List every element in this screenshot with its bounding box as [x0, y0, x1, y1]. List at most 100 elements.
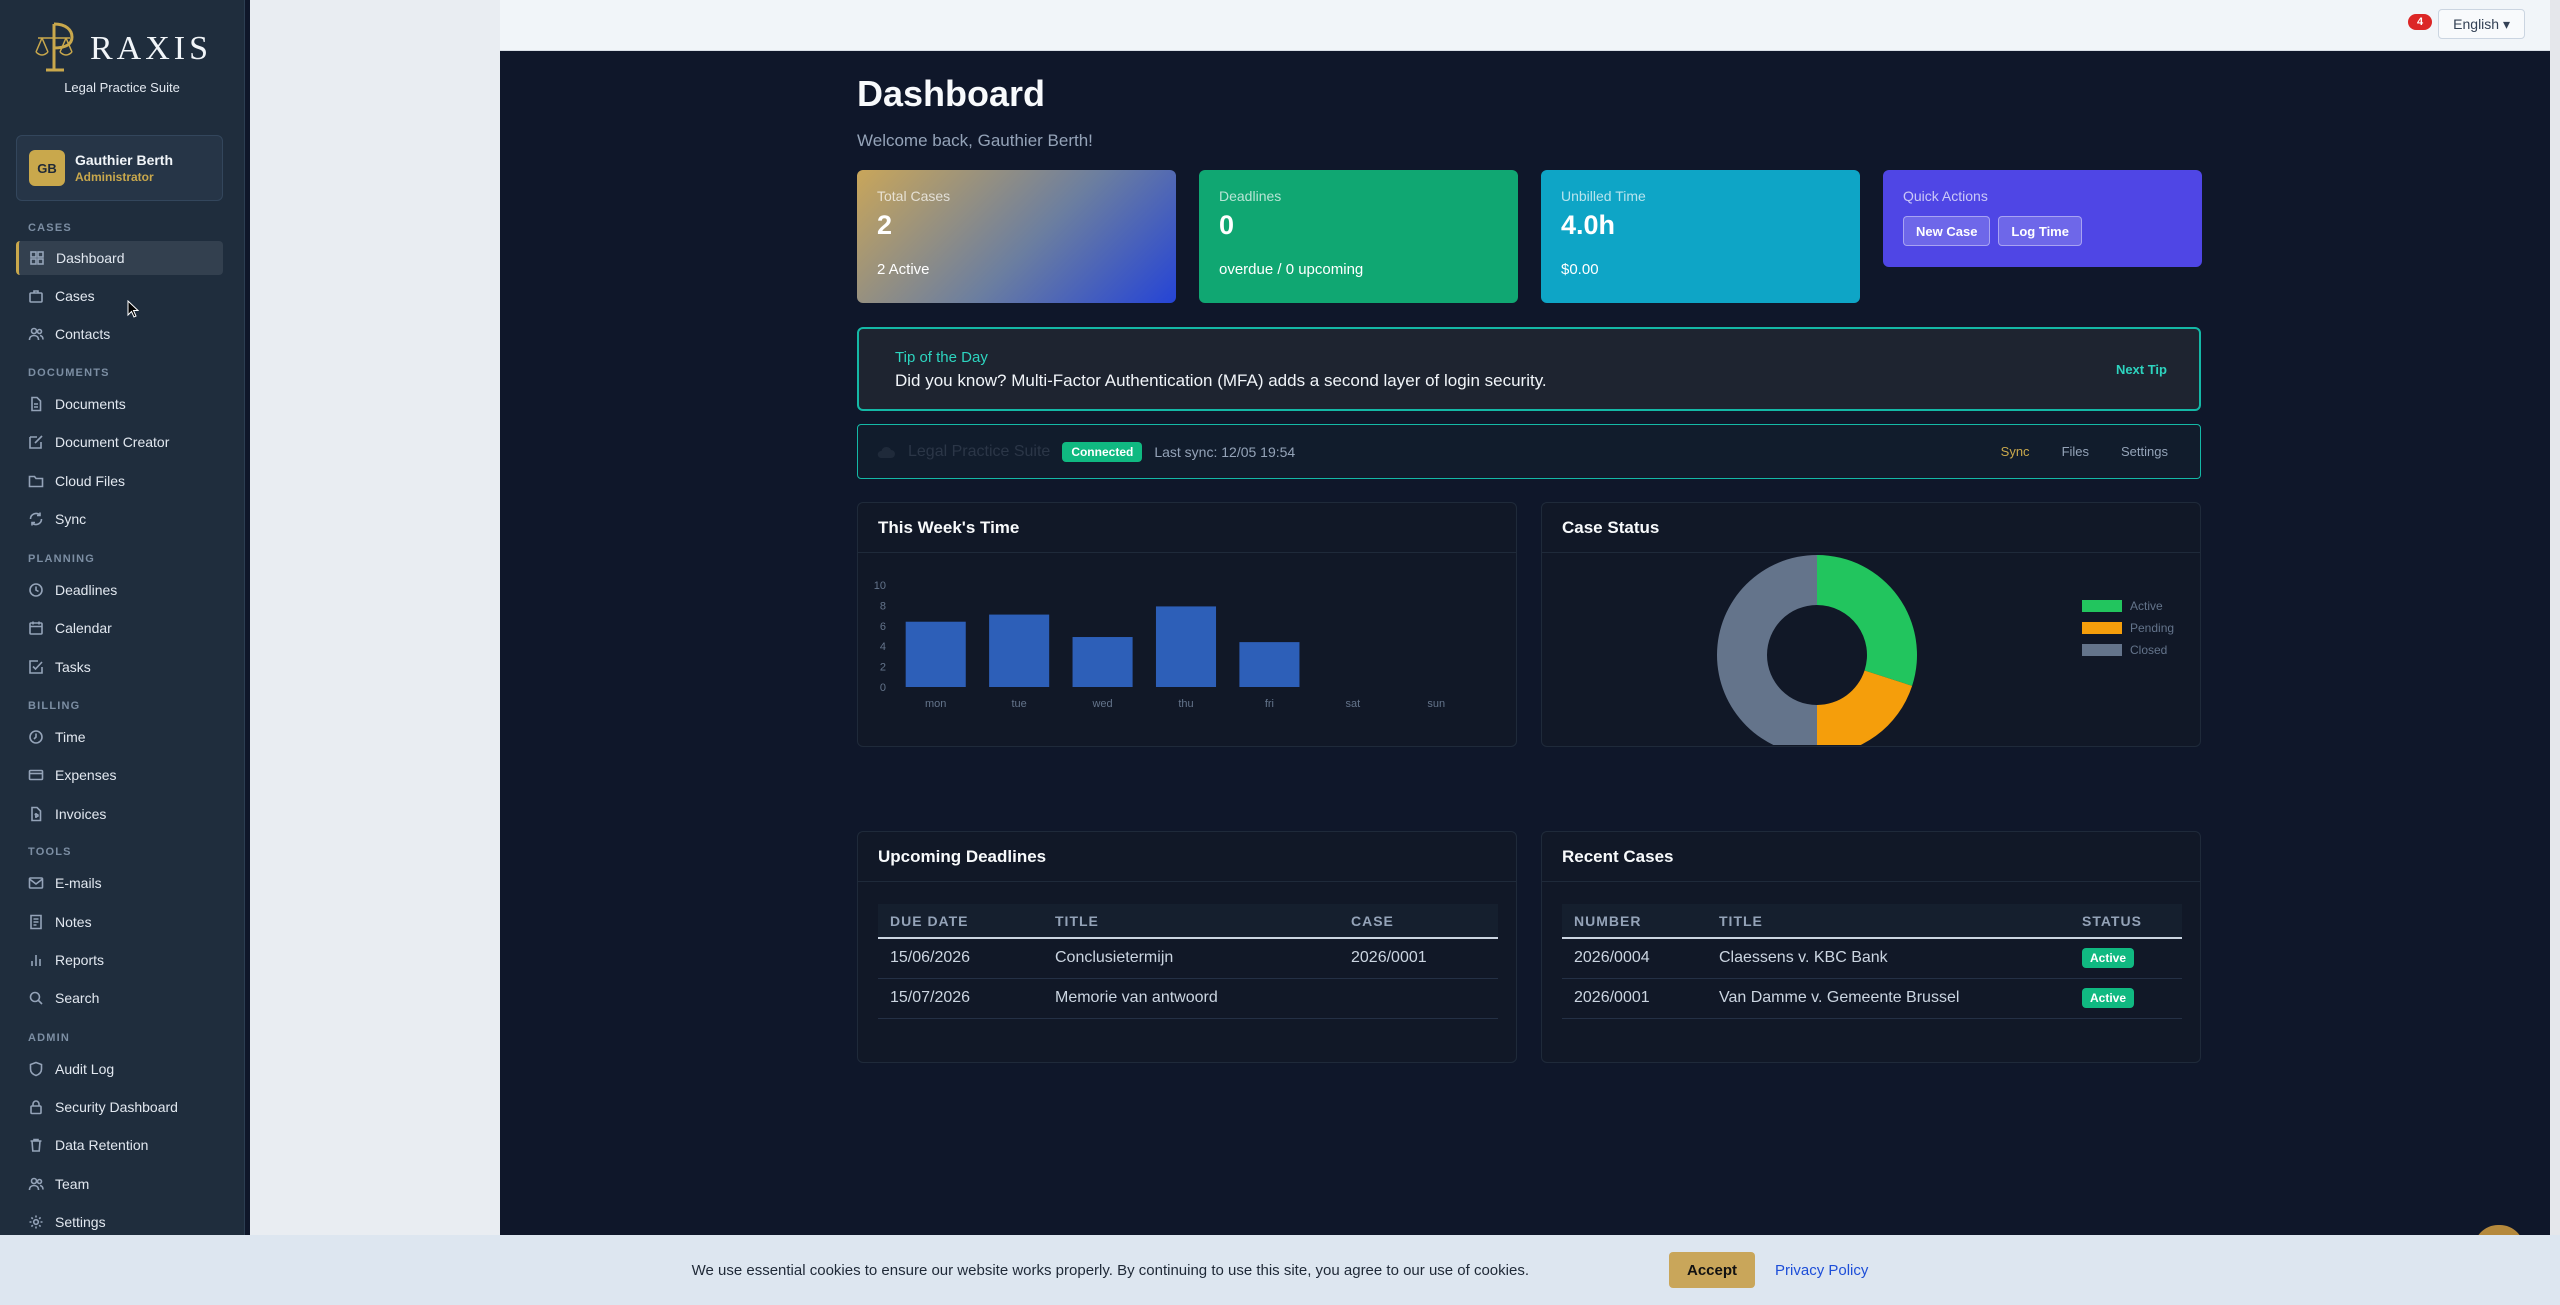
checkbox-icon [29, 660, 43, 674]
stat-card-deadlines[interactable]: Deadlines 0 overdue / 0 upcoming [1199, 170, 1518, 303]
sidebar-item-document-creator[interactable]: Document Creator [16, 425, 223, 459]
user-card[interactable]: GB Gauthier Berth Administrator [16, 135, 223, 201]
sidebar-item-label: Deadlines [55, 582, 118, 598]
stat-card-cases[interactable]: Total Cases 2 2 Active [857, 170, 1176, 303]
sidebar-item-dashboard[interactable]: Dashboard [16, 241, 223, 275]
legend-item[interactable]: Closed [2082, 639, 2174, 661]
next-tip-button[interactable]: Next Tip [2116, 362, 2167, 377]
language-select[interactable]: English ▾ [2438, 9, 2525, 39]
scrollbar[interactable] [2550, 0, 2560, 1235]
column-header[interactable]: CASE [1339, 904, 1498, 939]
recent-cases-panel: Recent Cases NUMBER TITLE STATUS 2026/00… [1541, 831, 2201, 1063]
bar-thu [1155, 606, 1217, 687]
brand-logo[interactable]: RAXIS Legal Practice Suite [0, 0, 244, 98]
sidebar-item-label: Security Dashboard [55, 1099, 178, 1115]
edit-icon [29, 435, 43, 449]
x-tick-label: sat [1346, 698, 1361, 710]
sync-settings-button[interactable]: Settings [2121, 444, 2168, 459]
privacy-policy-link[interactable]: Privacy Policy [1775, 1262, 1868, 1279]
legend-swatch [2082, 644, 2122, 656]
sidebar-item-notes[interactable]: Notes [16, 905, 223, 939]
briefcase-icon [29, 290, 43, 303]
sidebar-item-audit-log[interactable]: Audit Log [16, 1052, 223, 1086]
case-number: 2026/0001 [1339, 938, 1498, 979]
sidebar-item-documents[interactable]: Documents [16, 387, 223, 421]
bar-fri [1239, 642, 1300, 687]
sync-bar: Legal Practice Suite Connected Last sync… [857, 424, 2201, 479]
sidebar-item-invoices[interactable]: Invoices [16, 797, 223, 831]
stat-card-unbilled-time[interactable]: Unbilled Time 4.0h $0.00 [1541, 170, 1860, 303]
sidebar-item-label: Reports [55, 952, 105, 968]
quick-actions-card: Quick Actions New Case Log Time [1883, 170, 2202, 267]
slice-active [1817, 555, 1917, 686]
sidebar-item-label: Search [55, 990, 100, 1006]
sidebar-item-tasks[interactable]: Tasks [16, 650, 223, 684]
sync-button[interactable]: Sync [2001, 444, 2030, 459]
refresh-icon [29, 512, 43, 526]
table-row[interactable]: 15/07/2026 Memorie van antwoord [878, 978, 1498, 1019]
column-header[interactable]: DUE DATE [878, 904, 1043, 939]
sidebar: RAXIS Legal Practice Suite GB Gauthier B… [0, 0, 245, 1305]
table-row[interactable]: 15/06/2026 Conclusietermijn 2026/0001 [878, 938, 1498, 979]
accept-cookies-button[interactable]: Accept [1669, 1252, 1756, 1288]
notification-badge[interactable]: 4 [2408, 14, 2432, 30]
sidebar-item-calendar[interactable]: Calendar [16, 611, 223, 645]
sidebar-item-label: Settings [55, 1214, 106, 1230]
user-name: Gauthier Berth [75, 152, 174, 168]
invoice-icon [31, 806, 42, 822]
search-icon [29, 991, 43, 1005]
sidebar-item-contacts[interactable]: Contacts [16, 317, 223, 351]
sidebar-item-search[interactable]: Search [16, 981, 223, 1015]
column-header[interactable]: TITLE [1707, 904, 2070, 939]
x-tick-label: mon [925, 698, 946, 710]
sidebar-item-deadlines[interactable]: Deadlines [16, 573, 223, 607]
sidebar-item-label: Dashboard [56, 250, 125, 266]
sidebar-item-data-retention[interactable]: Data Retention [16, 1128, 223, 1162]
sidebar-item-emails[interactable]: E-mails [16, 866, 223, 900]
sidebar-item-label: Notes [55, 914, 92, 930]
legend-item[interactable]: Pending [2082, 617, 2174, 639]
sidebar-item-team[interactable]: Team [16, 1167, 223, 1201]
bar-wed [1072, 637, 1133, 687]
case-number [1339, 978, 1498, 1019]
panel-title: Case Status [1542, 503, 2200, 553]
sidebar-item-reports[interactable]: Reports [16, 943, 223, 977]
sidebar-item-label: Invoices [55, 806, 107, 822]
sidebar-item-cases[interactable]: Cases [16, 279, 223, 313]
file-icon [31, 396, 42, 412]
sidebar-item-settings[interactable]: Settings [16, 1205, 223, 1239]
slice-pending [1817, 670, 1913, 745]
sidebar-item-sync[interactable]: Sync [16, 502, 223, 536]
table-row[interactable]: 2026/0004 Claessens v. KBC Bank Active [1562, 938, 2182, 979]
sidebar-item-label: Document Creator [55, 434, 170, 450]
column-header[interactable]: NUMBER [1562, 904, 1707, 939]
case-number-link[interactable]: 2026/0004 [1562, 938, 1707, 979]
sync-status-badge: Connected [1062, 441, 1143, 462]
panel-title: Upcoming Deadlines [858, 832, 1516, 882]
case-number-link[interactable]: 2026/0001 [1562, 978, 1707, 1019]
sidebar-item-label: Tasks [55, 659, 91, 675]
sidebar-item-cloud-files[interactable]: Cloud Files [16, 464, 223, 498]
nav-section-billing: BILLING [28, 700, 81, 712]
scales-logo-icon [35, 22, 74, 71]
status-badge: Active [2082, 948, 2135, 969]
y-tick-label: 8 [880, 600, 886, 612]
sidebar-item-security-dashboard[interactable]: Security Dashboard [16, 1090, 223, 1124]
sidebar-item-label: Contacts [55, 326, 111, 342]
column-header[interactable]: TITLE [1043, 904, 1339, 939]
column-header[interactable]: STATUS [2070, 904, 2182, 939]
clock-icon [29, 583, 43, 597]
files-button[interactable]: Files [2062, 444, 2089, 459]
sidebar-item-label: Calendar [55, 620, 112, 636]
sidebar-item-time[interactable]: Time [16, 720, 223, 754]
sidebar-item-label: Data Retention [55, 1137, 149, 1153]
new-case-button[interactable]: New Case [1903, 216, 1991, 246]
sidebar-item-label: Cloud Files [55, 473, 126, 489]
sidebar-item-label: E-mails [55, 875, 102, 891]
cookie-text: We use essential cookies to ensure our w… [691, 1261, 1529, 1279]
table-row[interactable]: 2026/0001 Van Damme v. Gemeente Brussel … [1562, 978, 2182, 1019]
log-time-button[interactable]: Log Time [1998, 216, 2082, 246]
bar-tue [989, 614, 1050, 687]
legend-item[interactable]: Active [2082, 595, 2174, 617]
sidebar-item-expenses[interactable]: Expenses [16, 758, 223, 792]
